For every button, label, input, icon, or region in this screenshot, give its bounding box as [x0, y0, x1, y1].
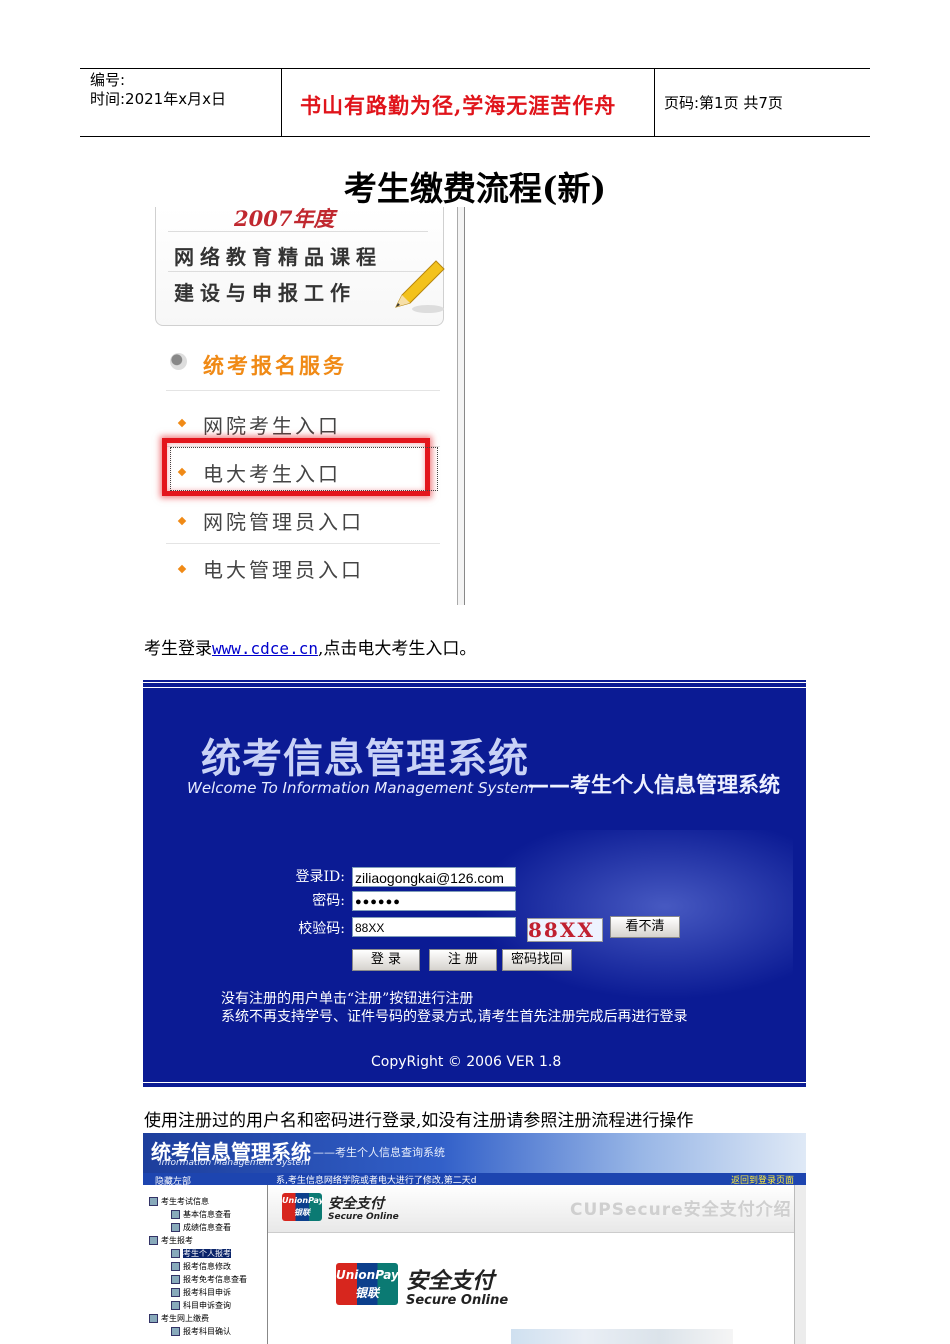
tree-leaf[interactable]: 科目申诉查询: [171, 1300, 231, 1311]
captcha-image: 88XX: [527, 918, 603, 942]
tree-label: 报考科目申诉: [183, 1288, 231, 1297]
banner-line-1: 网络教育精品课程: [174, 245, 382, 269]
course-banner[interactable]: 2007年度 网络教育精品课程 建设与申报工作: [155, 206, 445, 326]
leaf-icon: [171, 1275, 180, 1284]
banner-line-2: 建设与申报工作: [174, 281, 356, 305]
captcha-input[interactable]: 88XX: [352, 917, 516, 937]
tree-label: 基本信息查看: [183, 1210, 231, 1219]
tree-leaf[interactable]: 报考信息修改: [171, 1261, 231, 1272]
keyboard-glow-image: [473, 830, 793, 1000]
tree-node[interactable]: 考生报考: [149, 1235, 193, 1246]
service-title: 统考报名服务: [203, 353, 347, 378]
login-english-subtitle: Welcome To Information Management System: [187, 779, 534, 797]
leaf-icon: [171, 1210, 180, 1219]
login-id-label: 登录ID:: [295, 869, 345, 885]
folder-icon: [149, 1197, 158, 1206]
caption-use-account: 使用注册过的用户名和密码进行登录,如没有注册请参照注册流程进行操作: [144, 1111, 694, 1131]
tree-label: 报考科目确认: [183, 1327, 231, 1336]
unionpay-logo-icon: UnionPay 银联: [282, 1193, 324, 1221]
payment-screenshot: 统考信息管理系统 ——考生个人信息查询系统 Information Manage…: [143, 1133, 806, 1344]
unionpay-header: UnionPay 银联 安全支付 Secure Online CUPSecure…: [268, 1185, 794, 1233]
caption-login-step: 考生登录www.cdce.cn,点击电大考生入口。: [144, 634, 476, 659]
caption-text: 考生登录: [144, 639, 212, 659]
captcha-label: 校验码:: [298, 921, 345, 937]
login-method-note: 系统不再支持学号、证件号码的登录方式,请考生首先注册完成后再进行登录: [221, 1009, 688, 1025]
tree-leaf[interactable]: 基本信息查看: [171, 1209, 231, 1220]
secure-pay-en: Secure Online: [328, 1212, 399, 1222]
login-screenshot: 统考信息管理系统 Welcome To Information Manageme…: [143, 680, 806, 1088]
header-motto: 书山有路勤为径,学海无涯苦作舟: [300, 93, 617, 118]
recover-password-button[interactable]: 密码找回: [502, 949, 572, 971]
tree-leaf[interactable]: 报考科目确认: [171, 1326, 231, 1337]
secure-pay-cn: 安全支付: [328, 1196, 384, 1212]
payment-system-subtitle: ——考生个人信息查询系统: [313, 1146, 445, 1159]
menu-item-tvu-student[interactable]: 电大考生入口: [203, 458, 341, 487]
header-divider-1: [281, 68, 282, 136]
tree-label: 成绩信息查看: [183, 1223, 231, 1232]
menu-item-web-admin[interactable]: 网院管理员入口: [203, 506, 364, 535]
banner-year: 2007年度: [234, 206, 335, 231]
tree-label: 考生报考: [161, 1236, 193, 1245]
tree-label: 报考信息修改: [183, 1262, 231, 1271]
tree-label: 考生个人报考: [183, 1249, 231, 1258]
promo-image-strip: [511, 1329, 733, 1344]
header-bottom-rule: [80, 136, 870, 137]
login-id-input[interactable]: ziliaogongkai@126.com: [352, 867, 516, 887]
tree-label: 科目申诉查询: [183, 1301, 231, 1310]
menu-divider: [166, 390, 440, 391]
folder-icon: [149, 1314, 158, 1323]
tree-label: 考生网上缴费: [161, 1314, 209, 1323]
cupsecure-intro-link[interactable]: CUPSecure安全支付介绍: [570, 1195, 792, 1220]
site-link[interactable]: www.cdce.cn: [212, 639, 318, 658]
login-system-title: 统考信息管理系统: [201, 736, 529, 782]
password-input[interactable]: ●●●●●●: [352, 891, 516, 911]
payment-content: UnionPay 银联 安全支付 Secure Online CUPSecure…: [268, 1185, 794, 1344]
banner-divider: [168, 231, 428, 232]
captcha-text: 88XX: [528, 918, 595, 942]
leaf-icon: [171, 1327, 180, 1336]
login-button[interactable]: 登 录: [352, 949, 420, 971]
unionpay-large-logo-icon: UnionPay 银联: [336, 1263, 399, 1305]
register-button[interactable]: 注 册: [429, 949, 497, 971]
page-number-label: 页码:第1页 共7页: [664, 94, 783, 112]
login-bottom-stripe: [143, 1080, 806, 1088]
leaf-icon: [171, 1301, 180, 1310]
doc-time-label: 时间:2021年x月x日: [90, 90, 226, 108]
register-note: 没有注册的用户单击“注册”按钮进行注册: [221, 991, 474, 1007]
leaf-icon: [171, 1249, 180, 1258]
login-top-stripe: [143, 680, 806, 688]
tree-label: 报考免考信息查看: [183, 1275, 247, 1284]
password-label: 密码:: [312, 893, 345, 909]
doc-number-label: 编号:: [90, 71, 126, 89]
menu-item-web-student[interactable]: 网院考生入口: [203, 410, 341, 439]
tree-leaf[interactable]: 报考免考信息查看: [171, 1274, 247, 1285]
page-title: 考生缴费流程(新): [343, 169, 607, 208]
header-top-rule: [80, 68, 870, 69]
refresh-captcha-button[interactable]: 看不清: [610, 916, 680, 938]
tree-node[interactable]: 考生考试信息: [149, 1196, 209, 1207]
side-menu-scrollbar[interactable]: [457, 207, 465, 605]
service-bullet-icon: [170, 353, 187, 370]
menu-divider: [166, 543, 440, 544]
leaf-icon: [171, 1262, 180, 1271]
function-tree: 考生考试信息 基本信息查看 成绩信息查看 考生报考 考生个人报考 报考信息修改 …: [143, 1185, 268, 1344]
secure-pay-large-cn: 安全支付: [406, 1269, 495, 1294]
folder-icon: [149, 1236, 158, 1245]
caption-text: ,点击电大考生入口。: [317, 639, 477, 659]
header-divider-2: [654, 68, 655, 136]
leaf-icon: [171, 1288, 180, 1297]
payment-scrollbar[interactable]: [794, 1185, 806, 1344]
copyright-text: CopyRight © 2006 VER 1.8: [371, 1054, 562, 1070]
tree-node[interactable]: 考生网上缴费: [149, 1313, 209, 1324]
tree-leaf[interactable]: 成绩信息查看: [171, 1222, 231, 1233]
menu-item-tvu-admin[interactable]: 电大管理员入口: [203, 554, 364, 583]
pencil-icon: [395, 260, 445, 313]
tree-label: 考生考试信息: [161, 1197, 209, 1206]
login-chinese-subtitle: ——考生个人信息管理系统: [528, 773, 780, 797]
tree-leaf[interactable]: 报考科目申诉: [171, 1287, 231, 1298]
leaf-icon: [171, 1223, 180, 1232]
payment-english-subtitle: Information Management System: [159, 1158, 310, 1168]
tree-leaf-selected[interactable]: 考生个人报考: [171, 1248, 231, 1259]
secure-pay-large-en: Secure Online: [406, 1293, 509, 1308]
